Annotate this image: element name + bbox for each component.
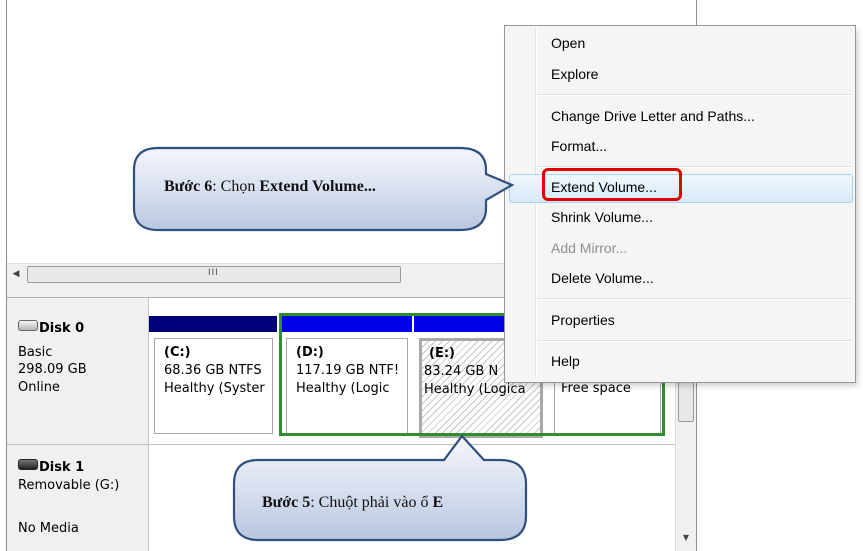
- menu-separator: [537, 298, 851, 300]
- disk-0-type: Basic: [18, 345, 53, 360]
- menu-item-add-mirror: Add Mirror...: [551, 240, 628, 256]
- scroll-grip: III: [208, 268, 219, 278]
- callout-step-6-emphasis: Extend Volume...: [259, 178, 376, 195]
- disk-0-status: Online: [18, 380, 60, 395]
- menu-item-help[interactable]: Help: [551, 353, 580, 369]
- disk-0-label[interactable]: Disk 0 Basic 298.09 GB Online: [7, 298, 149, 445]
- callout-step-5-prefix: Bước 5: [262, 494, 311, 511]
- context-menu: Open Explore Change Drive Letter and Pat…: [504, 25, 856, 383]
- removable-disk-icon: [18, 459, 38, 470]
- menu-item-open[interactable]: Open: [551, 35, 585, 51]
- callout-step-6-middle: : Chọn: [212, 178, 260, 195]
- callout-step-5-emphasis: E: [432, 494, 444, 511]
- disk-0-name: Disk 0: [39, 321, 85, 336]
- menu-item-change-drive-letter[interactable]: Change Drive Letter and Paths...: [551, 108, 755, 124]
- scroll-left-arrow-icon[interactable]: ◀: [7, 264, 25, 284]
- hard-disk-icon: [18, 320, 38, 331]
- menu-item-explore[interactable]: Explore: [551, 66, 598, 82]
- disk-1-name: Disk 1: [39, 460, 85, 475]
- menu-item-format[interactable]: Format...: [551, 138, 607, 154]
- menu-item-properties[interactable]: Properties: [551, 312, 615, 328]
- disk-0-size: 298.09 GB: [18, 362, 87, 377]
- partition-c-status: Healthy (Syster: [164, 381, 265, 396]
- partition-c[interactable]: (C:) 68.36 GB NTFS Healthy (Syster: [149, 316, 277, 441]
- partition-c-box[interactable]: (C:) 68.36 GB NTFS Healthy (Syster: [154, 338, 273, 434]
- partition-c-letter: (C:): [164, 345, 191, 360]
- horizontal-scroll-thumb[interactable]: III: [27, 266, 401, 283]
- scroll-down-arrow-icon[interactable]: ▼: [676, 528, 696, 546]
- vertical-scroll-thumb[interactable]: [678, 382, 694, 422]
- menu-icon-gutter: [535, 28, 537, 378]
- callout-step-5: Bước 5: Chuột phải vào ổ E: [228, 432, 532, 544]
- menu-item-shrink-volume[interactable]: Shrink Volume...: [551, 209, 653, 225]
- disk-1-type: Removable (G:): [18, 478, 120, 493]
- callout-step-5-middle: : Chuột phải vào ổ: [310, 494, 433, 511]
- extend-volume-highlight-box: [542, 168, 682, 201]
- disk-1-status: No Media: [18, 521, 79, 536]
- partition-c-bar: [149, 316, 277, 332]
- menu-item-delete-volume[interactable]: Delete Volume...: [551, 270, 654, 286]
- partition-c-size: 68.36 GB NTFS: [164, 363, 262, 378]
- callout-step-6-prefix: Bước 6: [164, 178, 213, 195]
- menu-separator: [537, 340, 851, 342]
- menu-separator: [537, 94, 851, 96]
- callout-step-5-bubble: [232, 434, 528, 542]
- disk-1-label[interactable]: Disk 1 Removable (G:) No Media: [7, 445, 149, 551]
- callout-step-6: Bước 6: Chọn Extend Volume...: [130, 144, 520, 236]
